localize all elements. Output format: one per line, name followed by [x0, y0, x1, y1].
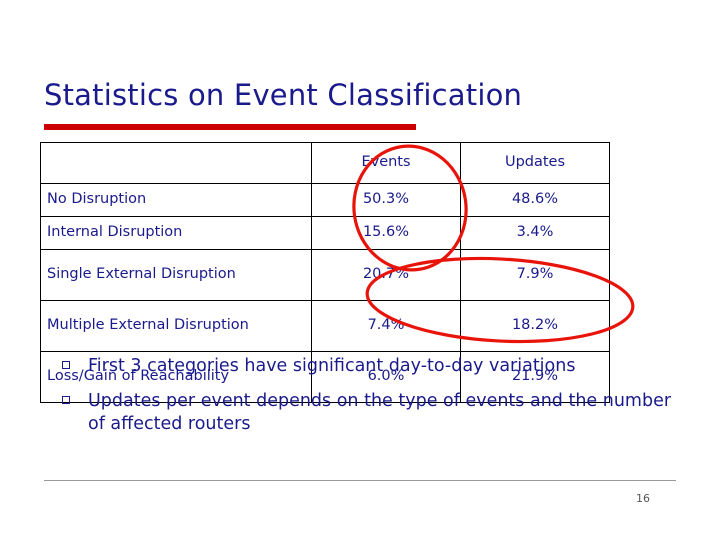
table-header-updates: Updates — [460, 142, 610, 184]
bullet-text: Updates per event depends on the type of… — [88, 391, 672, 435]
row-label: Internal Disruption — [40, 216, 312, 250]
row-events-value: 15.6% — [311, 216, 461, 250]
row-updates-value: 18.2% — [460, 300, 610, 352]
table-row: Internal Disruption 15.6% 3.4% — [40, 216, 610, 250]
page-title: Statistics on Event Classification — [44, 78, 523, 112]
row-label: No Disruption — [40, 183, 312, 217]
square-bullet-icon — [62, 361, 70, 369]
square-bullet-icon — [62, 396, 70, 405]
row-updates-value: 7.9% — [460, 249, 610, 301]
row-events-value: 20.7% — [311, 249, 461, 301]
bullet-list: First 3 categories have significant day-… — [40, 355, 680, 448]
row-label: Multiple External Disruption — [40, 300, 312, 352]
table-row: Single External Disruption 20.7% 7.9% — [40, 249, 610, 301]
slide: Statistics on Event Classification Event… — [0, 0, 720, 540]
row-events-value: 50.3% — [311, 183, 461, 217]
list-item: First 3 categories have significant day-… — [40, 355, 680, 378]
footer-divider — [44, 480, 676, 481]
row-updates-value: 3.4% — [460, 216, 610, 250]
row-label: Single External Disruption — [40, 249, 312, 301]
row-updates-value: 48.6% — [460, 183, 610, 217]
table-header-blank — [40, 142, 312, 184]
table-header-events: Events — [311, 142, 461, 184]
table-row: Multiple External Disruption 7.4% 18.2% — [40, 300, 610, 352]
row-events-value: 7.4% — [311, 300, 461, 352]
bullet-text: First 3 categories have significant day-… — [88, 356, 576, 376]
list-item: Updates per event depends on the type of… — [40, 390, 680, 436]
table-header-row: Events Updates — [40, 142, 610, 184]
title-underline-rule — [44, 124, 416, 130]
page-number: 16 — [636, 492, 650, 505]
table-row: No Disruption 50.3% 48.6% — [40, 183, 610, 217]
table-header: Events Updates — [40, 142, 610, 184]
